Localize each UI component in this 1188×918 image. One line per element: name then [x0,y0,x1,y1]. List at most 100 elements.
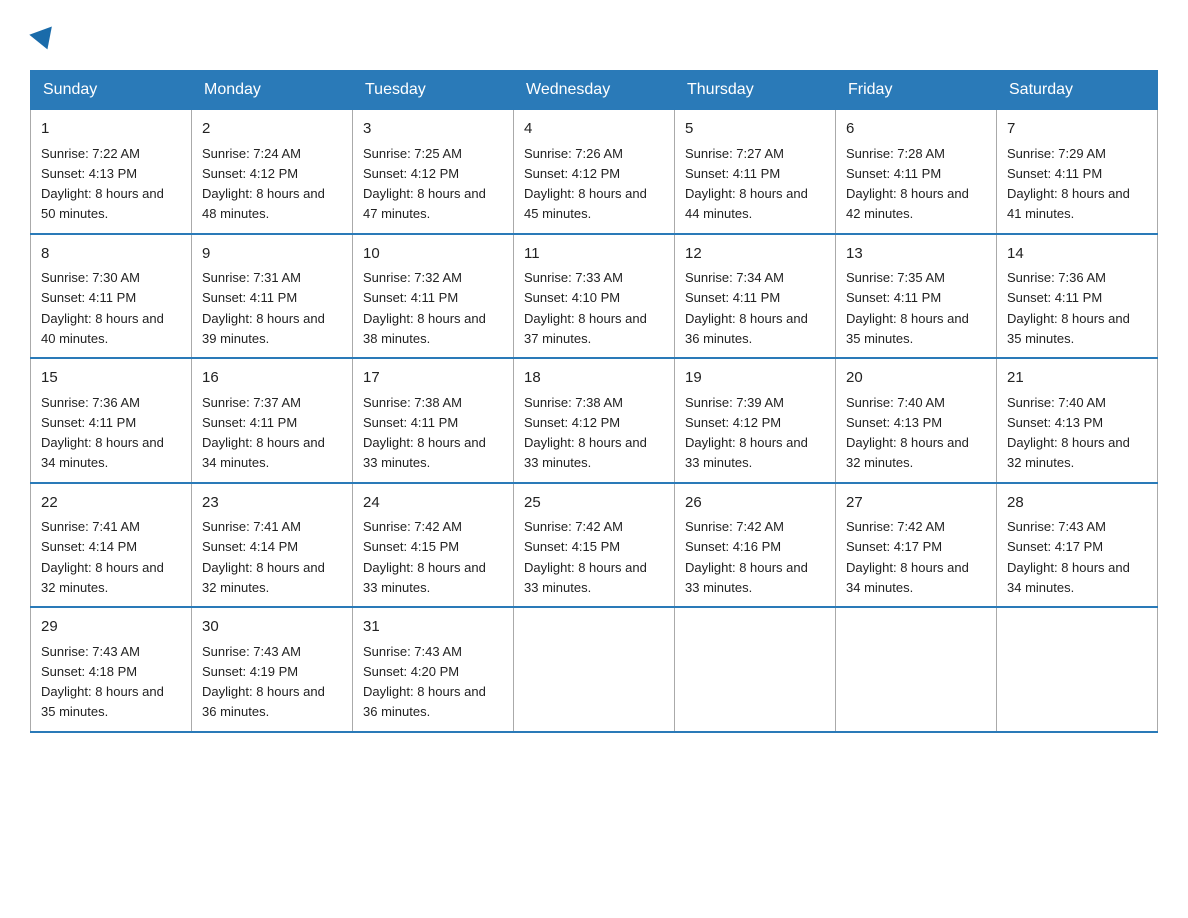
day-number: 20 [846,367,986,390]
day-number: 24 [363,492,503,515]
logo-triangle-icon [29,26,58,53]
day-info: Sunrise: 7:40 AMSunset: 4:13 PMDaylight:… [846,395,969,471]
day-info: Sunrise: 7:41 AMSunset: 4:14 PMDaylight:… [41,519,164,595]
day-number: 19 [685,367,825,390]
calendar-cell: 4 Sunrise: 7:26 AMSunset: 4:12 PMDaylight… [514,110,675,234]
calendar-cell: 16 Sunrise: 7:37 AMSunset: 4:11 PMDayligh… [192,358,353,483]
day-number: 11 [524,243,664,266]
calendar-cell: 13Sunrise: 7:35 AMSunset: 4:11 PMDayligh… [836,234,997,359]
day-number: 17 [363,367,503,390]
day-info: Sunrise: 7:39 AMSunset: 4:12 PMDaylight:… [685,395,808,471]
day-number: 21 [1007,367,1147,390]
calendar-cell: 23 Sunrise: 7:41 AMSunset: 4:14 PMDayligh… [192,483,353,608]
header-wednesday: Wednesday [514,71,675,110]
calendar-cell: 8 Sunrise: 7:30 AMSunset: 4:11 PMDaylight… [31,234,192,359]
calendar-body: 1 Sunrise: 7:22 AMSunset: 4:13 PMDaylight… [31,110,1158,732]
calendar-cell: 11 Sunrise: 7:33 AMSunset: 4:10 PMDayligh… [514,234,675,359]
day-info: Sunrise: 7:36 AMSunset: 4:11 PMDaylight:… [1007,270,1130,346]
day-info: Sunrise: 7:24 AMSunset: 4:12 PMDaylight:… [202,146,325,222]
day-info: Sunrise: 7:42 AMSunset: 4:15 PMDaylight:… [363,519,486,595]
day-info: Sunrise: 7:42 AMSunset: 4:17 PMDaylight:… [846,519,969,595]
day-number: 4 [524,118,664,141]
day-number: 30 [202,616,342,639]
calendar-cell: 19 Sunrise: 7:39 AMSunset: 4:12 PMDayligh… [675,358,836,483]
logo-blue-part [30,30,56,50]
day-info: Sunrise: 7:38 AMSunset: 4:12 PMDaylight:… [524,395,647,471]
day-info: Sunrise: 7:31 AMSunset: 4:11 PMDaylight:… [202,270,325,346]
day-number: 15 [41,367,181,390]
day-number: 3 [363,118,503,141]
calendar-cell: 28 Sunrise: 7:43 AMSunset: 4:17 PMDayligh… [997,483,1158,608]
week-row: 8 Sunrise: 7:30 AMSunset: 4:11 PMDaylight… [31,234,1158,359]
day-info: Sunrise: 7:34 AMSunset: 4:11 PMDaylight:… [685,270,808,346]
day-number: 8 [41,243,181,266]
day-number: 12 [685,243,825,266]
day-number: 7 [1007,118,1147,141]
day-number: 29 [41,616,181,639]
day-number: 13 [846,243,986,266]
calendar-cell: 17 Sunrise: 7:38 AMSunset: 4:11 PMDayligh… [353,358,514,483]
day-number: 2 [202,118,342,141]
header-saturday: Saturday [997,71,1158,110]
day-number: 16 [202,367,342,390]
day-info: Sunrise: 7:43 AMSunset: 4:17 PMDaylight:… [1007,519,1130,595]
calendar-cell: 14 Sunrise: 7:36 AMSunset: 4:11 PMDayligh… [997,234,1158,359]
calendar-cell: 12 Sunrise: 7:34 AMSunset: 4:11 PMDayligh… [675,234,836,359]
day-number: 22 [41,492,181,515]
day-info: Sunrise: 7:38 AMSunset: 4:11 PMDaylight:… [363,395,486,471]
calendar-cell: 31Sunrise: 7:43 AMSunset: 4:20 PMDayligh… [353,607,514,732]
calendar-cell [675,607,836,732]
day-info: Sunrise: 7:41 AMSunset: 4:14 PMDaylight:… [202,519,325,595]
calendar-cell: 22 Sunrise: 7:41 AMSunset: 4:14 PMDayligh… [31,483,192,608]
calendar-cell: 27 Sunrise: 7:42 AMSunset: 4:17 PMDayligh… [836,483,997,608]
calendar-cell: 29 Sunrise: 7:43 AMSunset: 4:18 PMDayligh… [31,607,192,732]
calendar-cell: 3Sunrise: 7:25 AMSunset: 4:12 PMDaylight… [353,110,514,234]
calendar-cell: 15Sunrise: 7:36 AMSunset: 4:11 PMDayligh… [31,358,192,483]
day-number: 18 [524,367,664,390]
calendar-cell: 6 Sunrise: 7:28 AMSunset: 4:11 PMDaylight… [836,110,997,234]
calendar-cell: 10 Sunrise: 7:32 AMSunset: 4:11 PMDayligh… [353,234,514,359]
day-number: 26 [685,492,825,515]
day-info: Sunrise: 7:30 AMSunset: 4:11 PMDaylight:… [41,270,164,346]
day-number: 9 [202,243,342,266]
day-number: 23 [202,492,342,515]
calendar-table: SundayMondayTuesdayWednesdayThursdayFrid… [30,70,1158,733]
day-info: Sunrise: 7:37 AMSunset: 4:11 PMDaylight:… [202,395,325,471]
day-info: Sunrise: 7:29 AMSunset: 4:11 PMDaylight:… [1007,146,1130,222]
day-number: 5 [685,118,825,141]
header-tuesday: Tuesday [353,71,514,110]
header-sunday: Sunday [31,71,192,110]
page-header [30,30,1158,50]
day-number: 14 [1007,243,1147,266]
day-info: Sunrise: 7:32 AMSunset: 4:11 PMDaylight:… [363,270,486,346]
calendar-cell: 21 Sunrise: 7:40 AMSunset: 4:13 PMDayligh… [997,358,1158,483]
day-info: Sunrise: 7:27 AMSunset: 4:11 PMDaylight:… [685,146,808,222]
day-number: 27 [846,492,986,515]
day-info: Sunrise: 7:22 AMSunset: 4:13 PMDaylight:… [41,146,164,222]
day-info: Sunrise: 7:26 AMSunset: 4:12 PMDaylight:… [524,146,647,222]
day-info: Sunrise: 7:40 AMSunset: 4:13 PMDaylight:… [1007,395,1130,471]
day-info: Sunrise: 7:43 AMSunset: 4:19 PMDaylight:… [202,644,325,720]
calendar-cell: 5 Sunrise: 7:27 AMSunset: 4:11 PMDaylight… [675,110,836,234]
calendar-cell: 30 Sunrise: 7:43 AMSunset: 4:19 PMDayligh… [192,607,353,732]
day-number: 6 [846,118,986,141]
calendar-cell: 26Sunrise: 7:42 AMSunset: 4:16 PMDayligh… [675,483,836,608]
day-info: Sunrise: 7:28 AMSunset: 4:11 PMDaylight:… [846,146,969,222]
day-info: Sunrise: 7:43 AMSunset: 4:20 PMDaylight:… [363,644,486,720]
calendar-cell: 2 Sunrise: 7:24 AMSunset: 4:12 PMDaylight… [192,110,353,234]
day-number: 1 [41,118,181,141]
week-row: 22 Sunrise: 7:41 AMSunset: 4:14 PMDayligh… [31,483,1158,608]
week-row: 1 Sunrise: 7:22 AMSunset: 4:13 PMDaylight… [31,110,1158,234]
calendar-cell: 18 Sunrise: 7:38 AMSunset: 4:12 PMDayligh… [514,358,675,483]
calendar-cell: 25Sunrise: 7:42 AMSunset: 4:15 PMDayligh… [514,483,675,608]
day-info: Sunrise: 7:43 AMSunset: 4:18 PMDaylight:… [41,644,164,720]
header-row: SundayMondayTuesdayWednesdayThursdayFrid… [31,71,1158,110]
logo [30,30,56,50]
day-number: 28 [1007,492,1147,515]
day-info: Sunrise: 7:33 AMSunset: 4:10 PMDaylight:… [524,270,647,346]
calendar-cell [836,607,997,732]
header-thursday: Thursday [675,71,836,110]
calendar-header: SundayMondayTuesdayWednesdayThursdayFrid… [31,71,1158,110]
calendar-cell: 9 Sunrise: 7:31 AMSunset: 4:11 PMDaylight… [192,234,353,359]
day-number: 10 [363,243,503,266]
